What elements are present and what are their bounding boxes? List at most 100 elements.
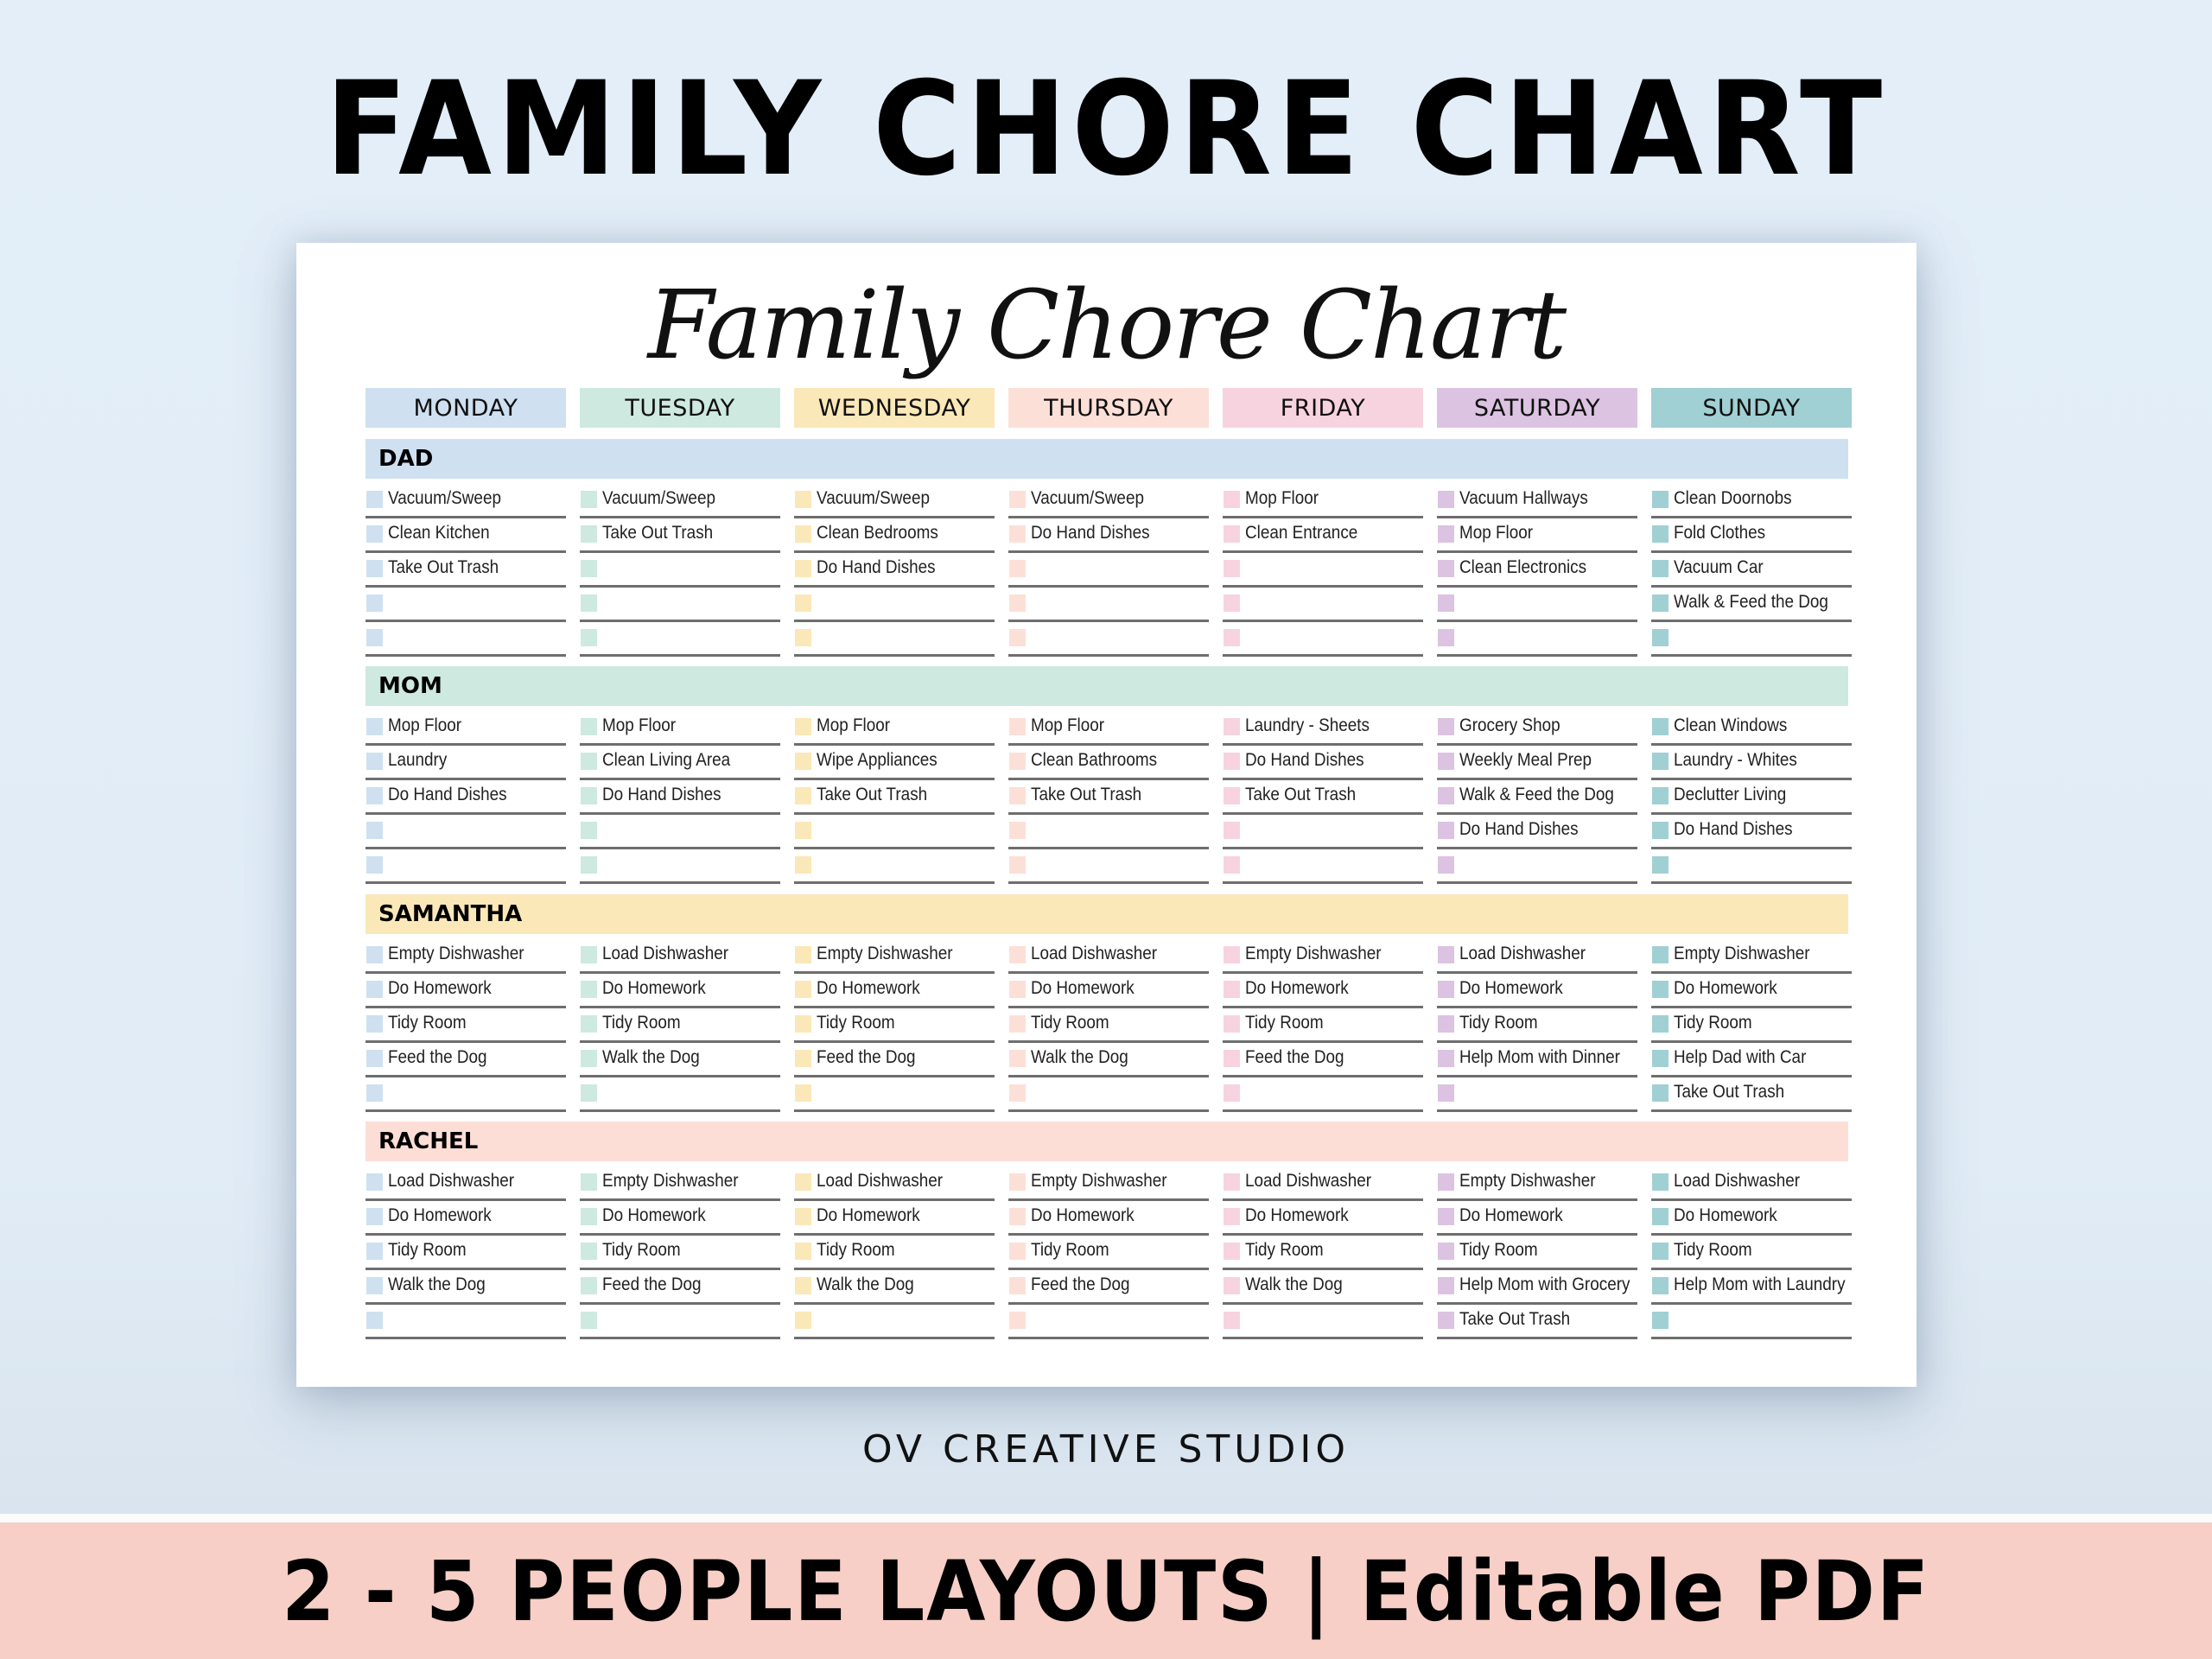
checkbox-icon[interactable] <box>795 594 811 612</box>
chore-row[interactable]: Take Out Trash <box>794 780 995 815</box>
checkbox-icon[interactable] <box>581 1050 597 1067</box>
chore-row[interactable]: Declutter Living <box>1651 780 1852 815</box>
chore-text[interactable]: Vacuum Car <box>1674 557 1764 578</box>
chore-row[interactable]: Help Mom with Grocery <box>1437 1270 1637 1305</box>
checkbox-icon[interactable] <box>366 1050 383 1067</box>
checkbox-icon[interactable] <box>581 629 597 646</box>
chore-text[interactable]: Do Hand Dishes <box>602 785 721 805</box>
chore-text[interactable]: Vacuum Hallways <box>1459 488 1588 509</box>
chore-text[interactable]: Laundry <box>388 750 447 771</box>
chore-text[interactable]: Clean Windows <box>1674 715 1787 736</box>
checkbox-icon[interactable] <box>1652 491 1669 508</box>
chore-text[interactable]: Clean Bathrooms <box>1031 750 1157 771</box>
chore-row[interactable]: Grocery Shop <box>1437 711 1637 746</box>
checkbox-icon[interactable] <box>1009 594 1026 612</box>
checkbox-icon[interactable] <box>366 525 383 543</box>
checkbox-icon[interactable] <box>795 1015 811 1033</box>
chore-row[interactable]: Vacuum/Sweep <box>1008 484 1209 518</box>
checkbox-icon[interactable] <box>581 981 597 998</box>
chore-row[interactable]: Tidy Room <box>365 1008 566 1043</box>
chore-row[interactable]: Clean Bedrooms <box>794 518 995 553</box>
checkbox-icon[interactable] <box>1652 753 1669 770</box>
chore-row[interactable] <box>1223 815 1423 849</box>
checkbox-icon[interactable] <box>581 822 597 839</box>
chore-text[interactable]: Help Dad with Car <box>1674 1047 1806 1068</box>
chore-row[interactable]: Clean Living Area <box>580 746 780 780</box>
chore-text[interactable]: Tidy Room <box>388 1240 467 1261</box>
checkbox-icon[interactable] <box>795 946 811 963</box>
checkbox-icon[interactable] <box>366 491 383 508</box>
chore-text[interactable]: Walk the Dog <box>602 1047 700 1068</box>
chore-text[interactable]: Take Out Trash <box>602 523 713 543</box>
chore-row[interactable] <box>1008 553 1209 588</box>
chore-text[interactable]: Tidy Room <box>602 1013 681 1033</box>
checkbox-icon[interactable] <box>1652 1208 1669 1225</box>
chore-row[interactable]: Load Dishwasher <box>1223 1166 1423 1201</box>
checkbox-icon[interactable] <box>1438 594 1454 612</box>
chore-row[interactable]: Do Homework <box>1008 974 1209 1008</box>
chore-text[interactable]: Tidy Room <box>817 1013 895 1033</box>
checkbox-icon[interactable] <box>795 1243 811 1260</box>
chore-row[interactable]: Do Hand Dishes <box>1437 815 1637 849</box>
checkbox-icon[interactable] <box>1224 787 1240 804</box>
chore-row[interactable] <box>1437 849 1637 884</box>
chore-row[interactable] <box>794 815 995 849</box>
checkbox-icon[interactable] <box>581 1312 597 1329</box>
checkbox-icon[interactable] <box>1009 1312 1026 1329</box>
chore-row[interactable]: Do Homework <box>1008 1201 1209 1236</box>
chore-text[interactable]: Load Dishwasher <box>1674 1171 1800 1192</box>
chore-text[interactable]: Empty Dishwasher <box>1031 1171 1167 1192</box>
checkbox-icon[interactable] <box>581 718 597 735</box>
chore-row[interactable]: Vacuum/Sweep <box>794 484 995 518</box>
chore-text[interactable]: Tidy Room <box>1459 1240 1538 1261</box>
checkbox-icon[interactable] <box>1224 1050 1240 1067</box>
checkbox-icon[interactable] <box>1009 787 1026 804</box>
chore-row[interactable]: Clean Doornobs <box>1651 484 1852 518</box>
chore-row[interactable] <box>1008 815 1209 849</box>
chore-row[interactable] <box>580 553 780 588</box>
checkbox-icon[interactable] <box>1009 491 1026 508</box>
chore-text[interactable]: Tidy Room <box>388 1013 467 1033</box>
chore-row[interactable]: Tidy Room <box>1651 1236 1852 1270</box>
chore-row[interactable] <box>365 1077 566 1112</box>
checkbox-icon[interactable] <box>366 718 383 735</box>
chore-text[interactable]: Clean Doornobs <box>1674 488 1792 509</box>
checkbox-icon[interactable] <box>1438 1050 1454 1067</box>
chore-row[interactable]: Do Hand Dishes <box>1223 746 1423 780</box>
chore-row[interactable]: Vacuum Hallways <box>1437 484 1637 518</box>
chore-text[interactable]: Load Dishwasher <box>602 944 728 964</box>
checkbox-icon[interactable] <box>795 981 811 998</box>
chore-text[interactable]: Do Homework <box>1031 1205 1135 1226</box>
chore-row[interactable]: Feed the Dog <box>365 1043 566 1077</box>
chore-row[interactable] <box>794 1077 995 1112</box>
chore-text[interactable]: Do Homework <box>388 1205 492 1226</box>
chore-text[interactable]: Do Homework <box>1674 1205 1777 1226</box>
chore-row[interactable] <box>1223 553 1423 588</box>
checkbox-icon[interactable] <box>366 1015 383 1033</box>
chore-text[interactable]: Mop Floor <box>388 715 461 736</box>
checkbox-icon[interactable] <box>795 753 811 770</box>
chore-row[interactable]: Empty Dishwasher <box>1223 939 1423 974</box>
chore-text[interactable]: Declutter Living <box>1674 785 1786 805</box>
chore-row[interactable]: Do Hand Dishes <box>365 780 566 815</box>
checkbox-icon[interactable] <box>366 1312 383 1329</box>
chore-row[interactable]: Clean Kitchen <box>365 518 566 553</box>
chore-row[interactable]: Do Hand Dishes <box>1008 518 1209 553</box>
chore-text[interactable]: Tidy Room <box>1031 1013 1109 1033</box>
checkbox-icon[interactable] <box>1009 1277 1026 1294</box>
checkbox-icon[interactable] <box>1438 560 1454 577</box>
checkbox-icon[interactable] <box>1009 1173 1026 1191</box>
checkbox-icon[interactable] <box>795 1050 811 1067</box>
checkbox-icon[interactable] <box>1652 822 1669 839</box>
chore-row[interactable] <box>794 622 995 657</box>
chore-text[interactable]: Walk the Dog <box>388 1274 486 1295</box>
checkbox-icon[interactable] <box>1009 1243 1026 1260</box>
checkbox-icon[interactable] <box>366 753 383 770</box>
checkbox-icon[interactable] <box>1009 753 1026 770</box>
chore-row[interactable]: Feed the Dog <box>794 1043 995 1077</box>
chore-text[interactable]: Do Hand Dishes <box>1674 819 1793 840</box>
chore-row[interactable]: Do Homework <box>365 1201 566 1236</box>
checkbox-icon[interactable] <box>1652 946 1669 963</box>
chore-row[interactable]: Walk the Dog <box>794 1270 995 1305</box>
chore-text[interactable]: Do Homework <box>1245 1205 1349 1226</box>
